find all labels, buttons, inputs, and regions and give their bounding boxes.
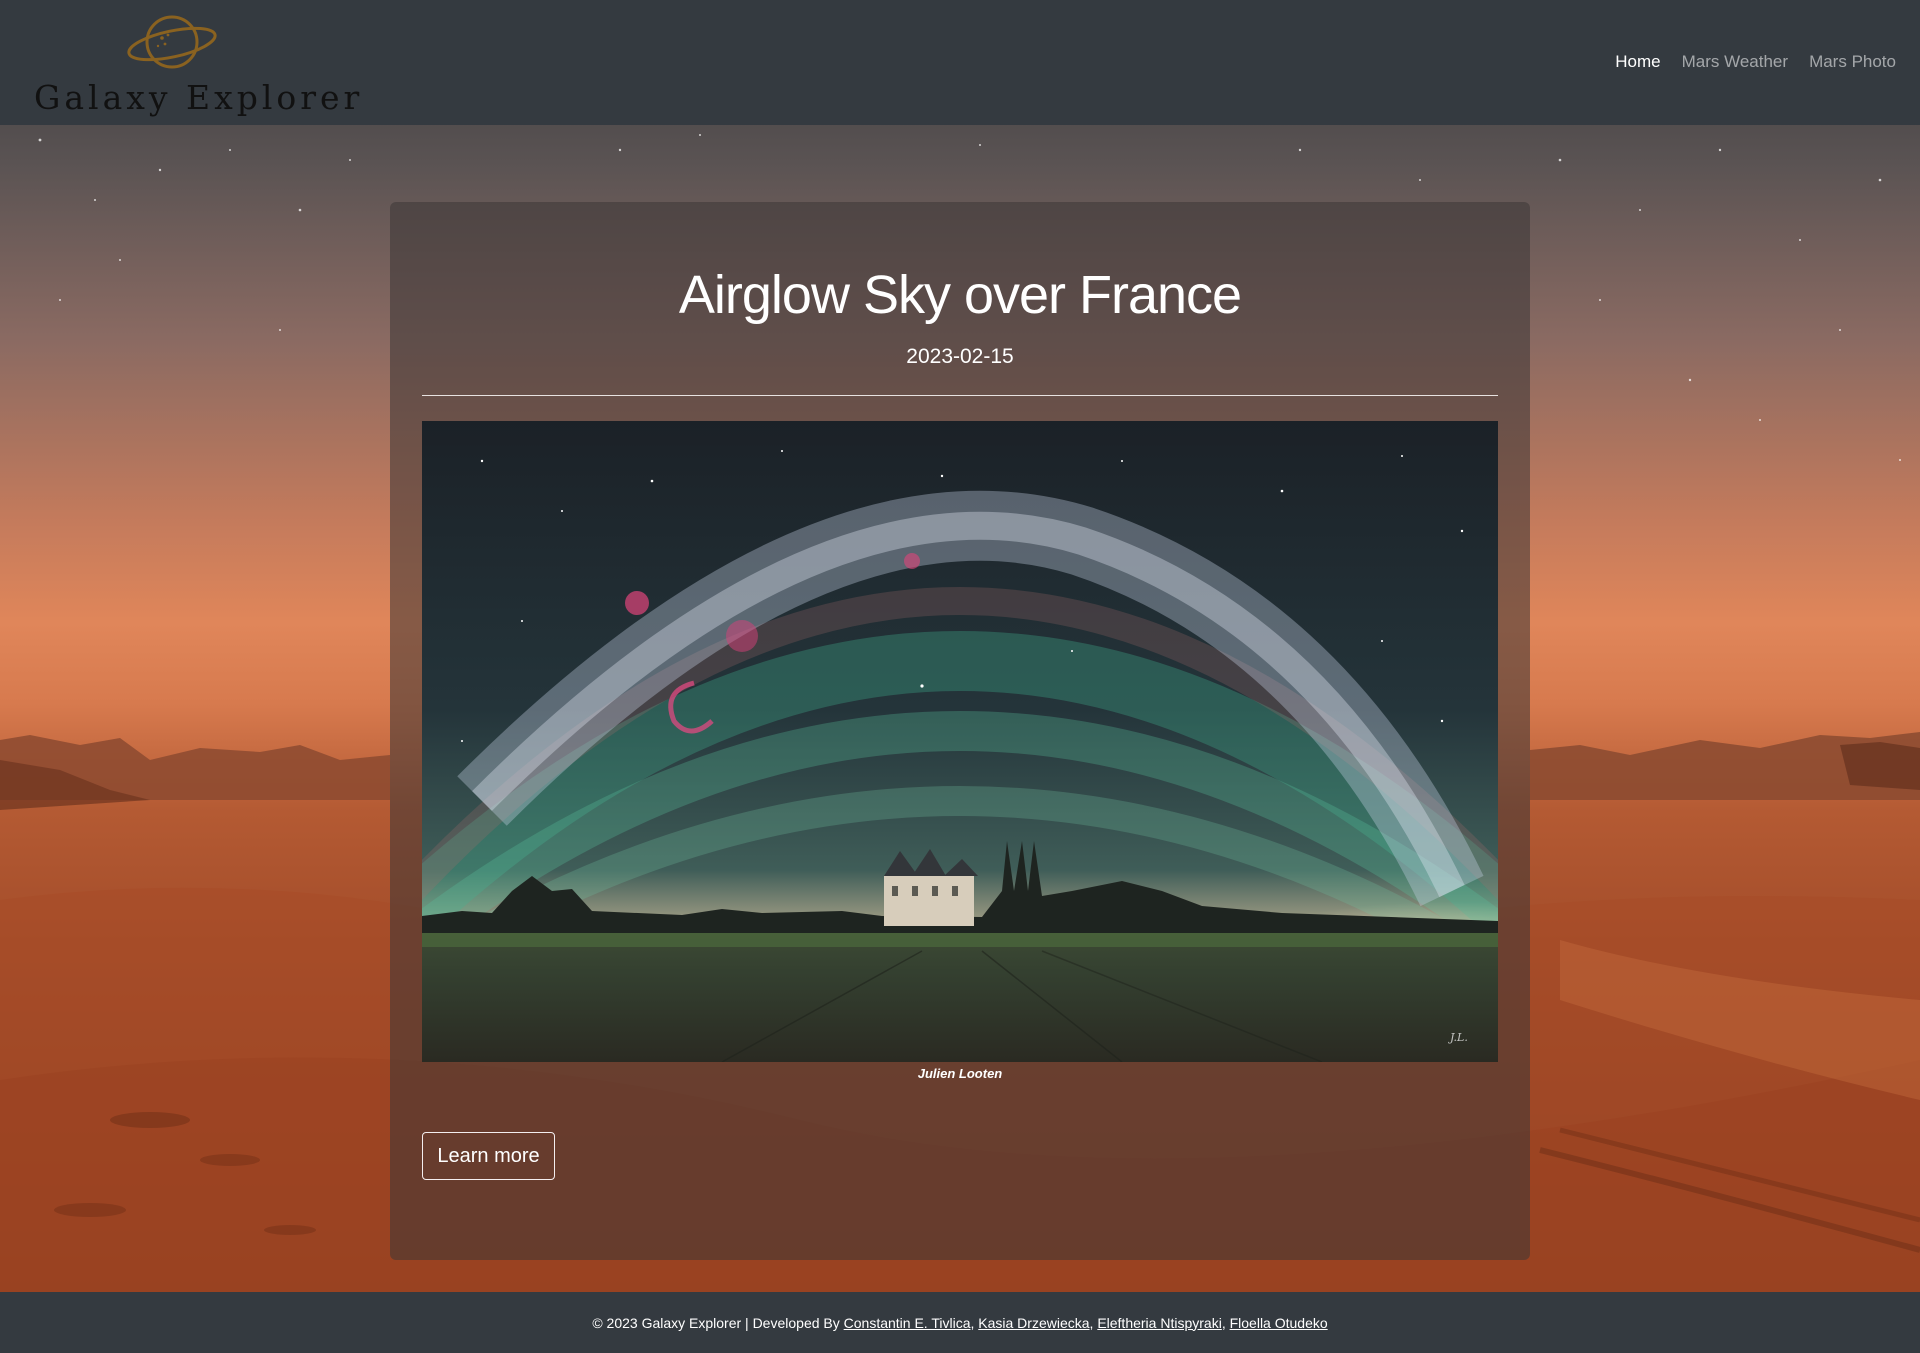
site-header: Galaxy Explorer Home Mars Weather Mars P… [0,0,1920,125]
footer-separator: , [1089,1314,1094,1331]
apod-title: Airglow Sky over France [678,265,1242,325]
main-nav: Home Mars Weather Mars Photo [1615,52,1896,72]
photographer-signature: J.L. [1448,1031,1468,1044]
developer-link-ntispyraki[interactable]: Eleftheria Ntispyraki [1097,1315,1222,1331]
title-divider [422,395,1498,396]
brand-logo[interactable]: Galaxy Explorer [32,8,359,120]
brand-name: Galaxy Explorer [34,78,364,117]
nav-mars-weather-link[interactable]: Mars Weather [1682,52,1788,72]
planet-ring-icon [127,15,217,69]
footer-separator: , [1221,1314,1226,1331]
photo-credit: Julien Looten [917,1066,1003,1081]
developer-link-tivlica[interactable]: Constantin E. Tivlica [844,1315,971,1331]
footer-copyright: © 2023 Galaxy Explorer | Developed By [592,1314,840,1331]
apod-image: J.L. [422,421,1498,1062]
nav-mars-photo-link[interactable]: Mars Photo [1809,52,1896,72]
nav-home-link[interactable]: Home [1615,52,1660,72]
airglow-sky-photo: J.L. [422,421,1498,1062]
site-footer: © 2023 Galaxy Explorer | Developed By Co… [0,1292,1920,1353]
developer-link-drzewiecka[interactable]: Kasia Drzewiecka [978,1315,1089,1331]
learn-more-button[interactable]: Learn more [422,1132,555,1180]
apod-date: 2023-02-15 [906,345,1014,368]
footer-separator: , [970,1314,975,1331]
developer-link-otudeko[interactable]: Floella Otudeko [1230,1315,1328,1331]
